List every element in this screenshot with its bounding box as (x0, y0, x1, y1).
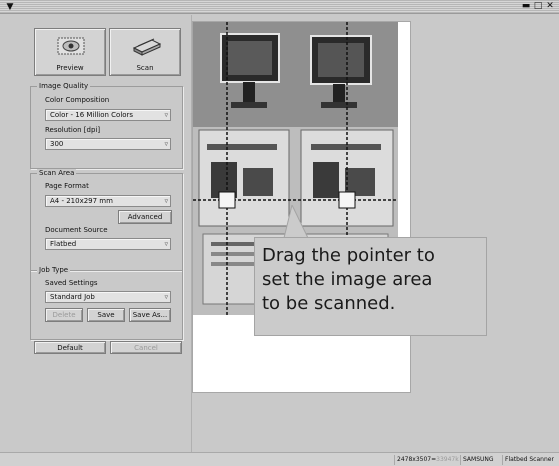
resolution-label: Resolution [dpi] (45, 126, 101, 134)
minimize-icon[interactable]: ▬ (521, 1, 531, 12)
color-composition-value: Color - 16 Million Colors (50, 111, 134, 119)
save-as-button[interactable]: Save As... (129, 308, 171, 322)
chevron-down-icon[interactable]: ▼ (3, 1, 17, 13)
saved-settings-value: Standard Job (50, 293, 95, 301)
status-dimensions-value: 2478x3507= (397, 456, 437, 463)
preview-button[interactable]: Preview (34, 28, 106, 76)
delete-button[interactable]: Delete (45, 308, 83, 322)
scan-label: Scan (136, 64, 154, 72)
preview-label: Preview (56, 64, 84, 72)
cancel-button[interactable]: Cancel (110, 341, 182, 354)
title-bar: ▼ ▬ □ ✕ (0, 0, 559, 14)
callout-pointer (283, 205, 309, 239)
job-type-title: Job Type (37, 266, 71, 275)
status-left (0, 455, 390, 465)
status-dimensions: 2478x3507=33947k (394, 455, 460, 465)
dropdown-icon: ▿ (164, 111, 168, 119)
saved-settings-label: Saved Settings (45, 279, 98, 287)
scanner-icon (132, 38, 162, 56)
instruction-callout: Drag the pointer to set the image area t… (254, 237, 487, 336)
image-quality-title: Image Quality (37, 82, 91, 91)
save-button[interactable]: Save (87, 308, 125, 322)
scan-button[interactable]: Scan (109, 28, 181, 76)
saved-settings-select[interactable]: Standard Job ▿ (45, 291, 171, 303)
status-vendor: SAMSUNG (460, 455, 501, 465)
page-format-label: Page Format (45, 182, 89, 190)
dropdown-icon: ▿ (164, 197, 168, 205)
status-size-value: 33947k (436, 456, 459, 463)
scan-area-group: Scan Area Page Format A4 - 210x297 mm ▿ … (30, 169, 183, 271)
document-source-label: Document Source (45, 226, 108, 234)
callout-text: Drag the pointer to set the image area t… (262, 245, 435, 314)
close-icon[interactable]: ✕ (545, 1, 555, 12)
document-source-value: Flatbed (50, 240, 77, 248)
status-bar: 2478x3507=33947k SAMSUNG Flatbed Scanner (0, 452, 559, 466)
page-format-value: A4 - 210x297 mm (50, 197, 113, 205)
advanced-button[interactable]: Advanced (118, 210, 172, 224)
color-composition-select[interactable]: Color - 16 Million Colors ▿ (45, 109, 171, 121)
scan-area-title: Scan Area (37, 169, 77, 178)
dropdown-icon: ▿ (164, 293, 168, 301)
page-format-select[interactable]: A4 - 210x297 mm ▿ (45, 195, 171, 207)
document-source-select[interactable]: Flatbed ▿ (45, 238, 171, 250)
maximize-icon[interactable]: □ (533, 1, 543, 12)
dropdown-icon: ▿ (164, 240, 168, 248)
default-button[interactable]: Default (34, 341, 106, 354)
resolution-select[interactable]: 300 ▿ (45, 138, 171, 150)
status-device: Flatbed Scanner (502, 455, 559, 465)
dropdown-icon: ▿ (164, 140, 168, 148)
preview-icon (57, 37, 85, 55)
settings-panel: Preview Scan Image Quality Color Composi… (0, 15, 192, 462)
image-quality-group: Image Quality Color Composition Color - … (30, 82, 183, 169)
job-type-group: Job Type Saved Settings Standard Job ▿ D… (30, 266, 183, 340)
color-composition-label: Color Composition (45, 96, 110, 104)
resolution-value: 300 (50, 140, 64, 148)
